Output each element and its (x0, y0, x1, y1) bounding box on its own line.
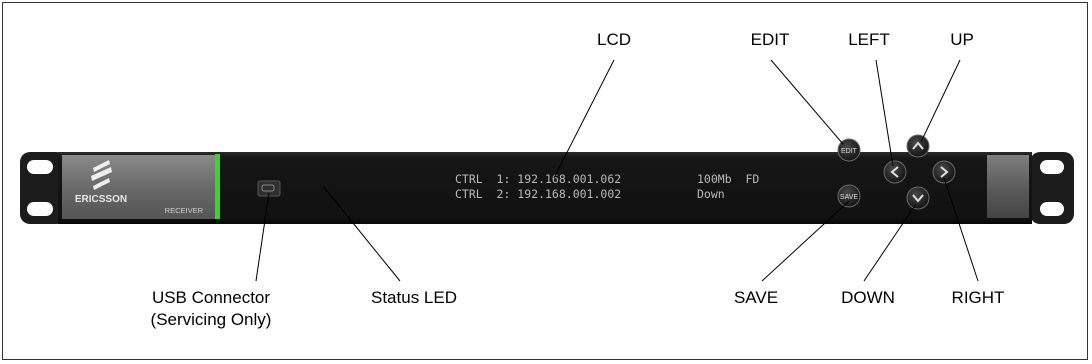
lcd-line2-left: CTRL 2: 192.168.001.002 (455, 187, 621, 201)
brand-name: ERICSSON (75, 194, 127, 205)
receiver-front-panel-diagram: ERICSSON RECEIVER CTRL 1: 192.168.001.06… (20, 30, 1074, 329)
callout-usb-line2: (Servicing Only) (151, 310, 272, 329)
callout-up: UP (950, 30, 974, 49)
callout-save: SAVE (734, 288, 778, 307)
callout-usb-line1: USB Connector (152, 288, 270, 307)
up-button[interactable] (906, 134, 930, 158)
callout-edit: EDIT (751, 30, 790, 49)
callout-left: LEFT (848, 30, 890, 49)
save-button[interactable]: SAVE (837, 184, 861, 208)
edit-button-label: EDIT (841, 148, 858, 155)
lcd-line1-right: 100Mb FD (697, 172, 759, 186)
edit-leader-line (770, 59, 844, 145)
lcd-line2-right: Down (697, 187, 725, 201)
lcd-display: CTRL 1: 192.168.001.062 100Mb FD CTRL 2:… (455, 172, 759, 201)
right-lower-mount-hole (1040, 202, 1064, 216)
callout-status-led: Status LED (371, 288, 457, 307)
left-upper-mount-hole (27, 160, 53, 174)
right-button[interactable] (932, 160, 956, 184)
left-lower-mount-hole (27, 202, 53, 216)
callout-right: RIGHT (952, 288, 1005, 307)
callout-down: DOWN (841, 288, 895, 307)
right-rack-ear (1030, 152, 1074, 224)
right-upper-mount-hole (1040, 160, 1064, 174)
callout-lcd: LCD (597, 30, 631, 49)
right-handle (987, 155, 1029, 218)
up-leader-line (920, 59, 961, 143)
brand-badge: ERICSSON RECEIVER (62, 155, 215, 219)
left-leader-line (875, 59, 894, 167)
down-button[interactable] (906, 186, 930, 210)
status-led (215, 154, 220, 219)
left-button[interactable] (883, 160, 907, 184)
save-button-label: SAVE (840, 194, 858, 201)
lcd-line1-left: CTRL 1: 192.168.001.062 (455, 172, 621, 186)
model-name: RECEIVER (165, 206, 204, 215)
